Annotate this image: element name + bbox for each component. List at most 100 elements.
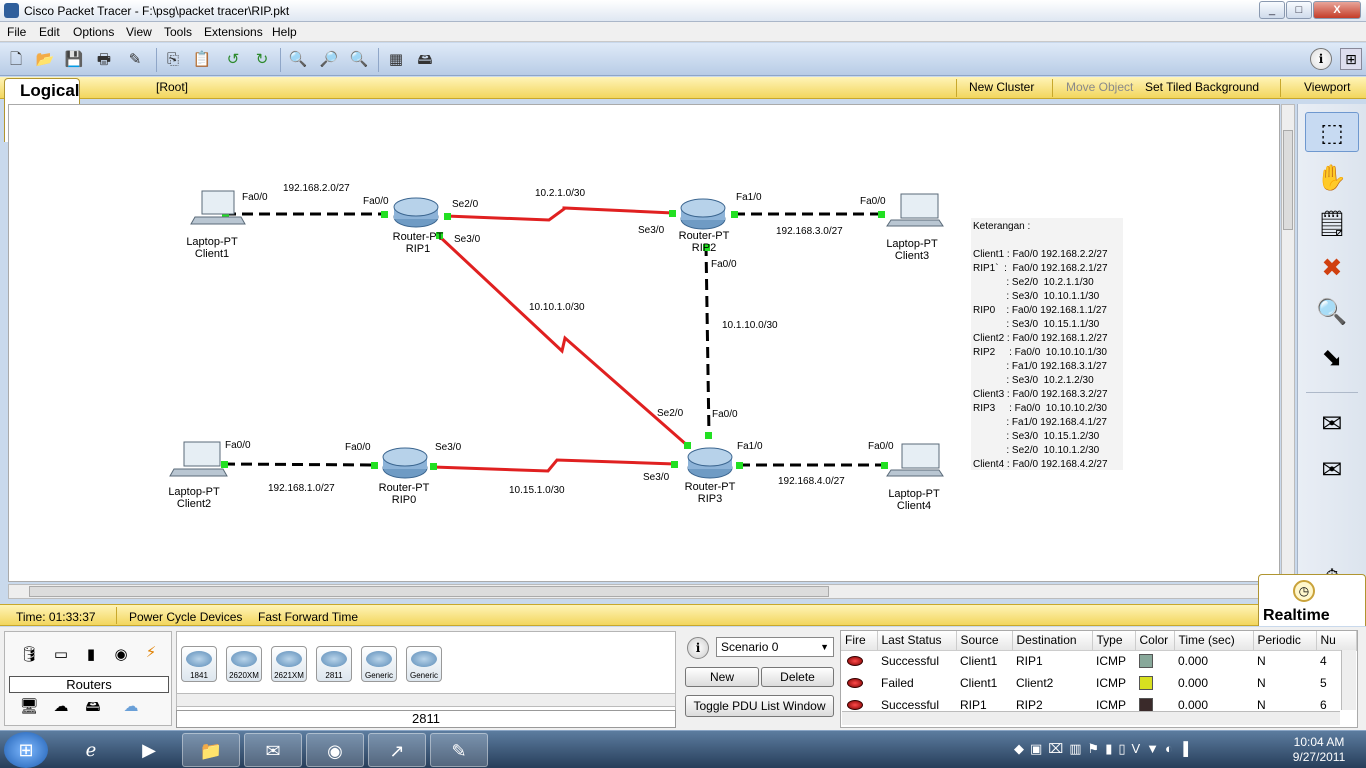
menu-file[interactable]: File <box>7 25 26 39</box>
keterangan-note[interactable]: Keterangan : Client1 : Fa0/0 192.168.2.2… <box>971 218 1123 470</box>
column-header[interactable]: Time (sec) <box>1174 631 1254 651</box>
redo-icon[interactable]: ↻ <box>252 50 272 70</box>
column-header[interactable]: Periodic <box>1253 631 1317 651</box>
network-app-icon[interactable]: ↗ <box>368 733 426 767</box>
activity-wizard-icon[interactable]: ✎ <box>125 50 145 70</box>
wan-emulation-category-icon[interactable]: ☁ <box>49 698 73 716</box>
zoom-out-icon[interactable]: 🔍 <box>349 50 369 70</box>
scroll-thumb[interactable] <box>29 586 829 597</box>
undo-icon[interactable]: ↺ <box>223 50 243 70</box>
media-player-icon[interactable]: ▶ <box>120 733 178 767</box>
column-header[interactable]: Destination <box>1012 631 1093 651</box>
taskbar-clock[interactable]: 10:04 AM 9/27/2011 <box>1284 735 1354 765</box>
save-icon[interactable]: 💾 <box>64 50 84 70</box>
print-icon[interactable]: 🖶 <box>94 50 114 70</box>
explorer-icon[interactable]: 📁 <box>182 733 240 767</box>
inspect-icon[interactable]: 🔍 <box>1305 292 1359 332</box>
open-icon[interactable]: 📂 <box>35 50 55 70</box>
select-icon[interactable]: ⬚ <box>1305 112 1359 152</box>
device-label-rip2[interactable]: Router-PT RIP2 <box>671 230 737 254</box>
menu-view[interactable]: View <box>126 25 152 39</box>
internet-explorer-icon[interactable]: ℯ <box>62 733 120 767</box>
column-header[interactable]: Type <box>1092 631 1136 651</box>
resize-shape-icon[interactable]: ⬊ <box>1305 338 1359 378</box>
router-model-2811[interactable]: 2811 <box>316 646 352 682</box>
viewport-button[interactable]: Viewport <box>1304 80 1350 94</box>
close-button[interactable]: X <box>1313 1 1361 19</box>
packet-tracer-taskbar-icon[interactable]: ✉ <box>244 733 302 767</box>
pdu-horizontal-scrollbar[interactable] <box>842 711 1340 725</box>
pdu-row[interactable]: Failed Client1 Client2 ICMP 0.000 N 5 <box>841 672 1356 694</box>
switches-category-icon[interactable]: ▭ <box>49 646 73 664</box>
help-button[interactable]: i <box>1310 48 1332 70</box>
paint-icon[interactable]: ✎ <box>430 733 488 767</box>
info-icon[interactable]: i <box>687 637 709 659</box>
router-model-generic[interactable]: Generic <box>361 646 397 682</box>
wireless-category-icon[interactable]: ◉ <box>109 646 133 664</box>
end-devices-category-icon[interactable]: 🖥 <box>17 698 41 716</box>
minimize-button[interactable]: _ <box>1259 1 1285 19</box>
column-header[interactable]: Source <box>956 631 1013 651</box>
device-label-client3[interactable]: Laptop-PT Client3 <box>879 238 945 262</box>
column-header[interactable]: Last Status <box>877 631 957 651</box>
fire-icon[interactable] <box>847 700 863 710</box>
device-label-client2[interactable]: Laptop-PT Client2 <box>161 486 227 510</box>
realtime-tab[interactable]: ◷ Realtime <box>1258 574 1366 626</box>
hubs-category-icon[interactable]: ▮ <box>79 646 103 664</box>
column-header[interactable]: Nu <box>1316 631 1357 651</box>
router-model-generic[interactable]: Generic <box>406 646 442 682</box>
system-tray[interactable]: ◆▣⌧▥⚑▮▯V▼◐▐ <box>1014 741 1194 757</box>
move-object-button[interactable]: Move Object <box>1066 80 1133 94</box>
chrome-icon[interactable]: ◉ <box>306 733 364 767</box>
new-cluster-button[interactable]: New Cluster <box>969 80 1034 94</box>
delete-icon[interactable]: ✖ <box>1305 248 1359 288</box>
custom-devices-category-icon[interactable]: 🖴 <box>81 698 105 716</box>
place-note-icon[interactable]: 🗒 <box>1305 204 1359 244</box>
scroll-thumb[interactable] <box>1283 130 1293 230</box>
menu-options[interactable]: Options <box>73 25 114 39</box>
column-header[interactable]: Color <box>1135 631 1175 651</box>
workspace-horizontal-scrollbar[interactable] <box>8 584 1281 599</box>
custom-device-icon[interactable]: 🖴 <box>415 50 435 70</box>
menu-tools[interactable]: Tools <box>164 25 192 39</box>
workspace-vertical-scrollbar[interactable] <box>1281 104 1295 582</box>
multiuser-category-icon[interactable]: ☁ <box>119 698 143 716</box>
fire-icon[interactable] <box>847 656 863 667</box>
router-model-2621xm[interactable]: 2621XM <box>271 646 307 682</box>
new-icon[interactable]: 🗋 <box>6 50 26 70</box>
routers-category-icon[interactable]: 🛢 <box>17 646 41 664</box>
start-button[interactable]: ⊞ <box>4 732 48 768</box>
fire-icon[interactable] <box>847 678 863 688</box>
network-info-icon[interactable]: ⊞ <box>1340 48 1362 70</box>
toggle-pdu-list-button[interactable]: Toggle PDU List Window <box>685 695 834 717</box>
fast-forward-time-button[interactable]: Fast Forward Time <box>258 610 358 624</box>
scenario-select[interactable]: Scenario 0 ▼ <box>716 637 834 657</box>
maximize-button[interactable]: □ <box>1286 1 1312 19</box>
menu-extensions[interactable]: Extensions <box>204 25 263 39</box>
router-model-2620xm[interactable]: 2620XM <box>226 646 262 682</box>
new-scenario-button[interactable]: New <box>685 667 759 687</box>
power-cycle-devices-button[interactable]: Power Cycle Devices <box>129 610 242 624</box>
menu-edit[interactable]: Edit <box>39 25 60 39</box>
router-model-1841[interactable]: 1841 <box>181 646 217 682</box>
logical-workspace[interactable]: Fa0/0 Fa0/0 Se2/0 Se3/0 Se3/0 Fa1/0 Fa0/… <box>8 104 1280 582</box>
add-complex-pdu-icon[interactable]: ✉ <box>1305 450 1359 490</box>
device-label-rip1[interactable]: Router-PT RIP1 <box>385 231 451 255</box>
root-breadcrumb[interactable]: [Root] <box>156 80 188 94</box>
device-label-client1[interactable]: Laptop-PT Client1 <box>179 236 245 260</box>
zoom-reset-icon[interactable]: 🔎 <box>319 50 339 70</box>
move-layout-icon[interactable]: ✋ <box>1305 158 1359 198</box>
zoom-in-icon[interactable]: 🔍 <box>288 50 308 70</box>
pdu-row[interactable]: Successful Client1 RIP1 ICMP 0.000 N 4 <box>841 650 1356 672</box>
set-tiled-background-button[interactable]: Set Tiled Background <box>1145 80 1259 94</box>
device-label-client4[interactable]: Laptop-PT Client4 <box>881 488 947 512</box>
copy-icon[interactable]: ⎘ <box>163 50 183 70</box>
paste-icon[interactable]: 📋 <box>192 50 212 70</box>
add-simple-pdu-icon[interactable]: ✉ <box>1305 404 1359 444</box>
connections-category-icon[interactable]: ⚡ <box>139 644 163 662</box>
device-label-rip0[interactable]: Router-PT RIP0 <box>371 482 437 506</box>
model-list-scrollbar[interactable] <box>176 693 676 707</box>
device-label-rip3[interactable]: Router-PT RIP3 <box>677 481 743 505</box>
menu-help[interactable]: Help <box>272 25 297 39</box>
column-header[interactable]: Fire <box>841 631 878 651</box>
